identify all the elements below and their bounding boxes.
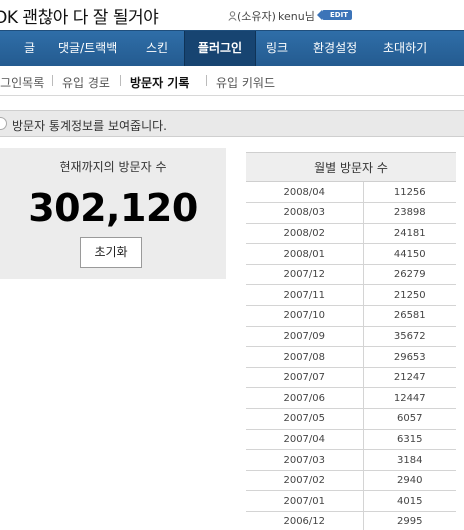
table-row: 2007/11 21250	[246, 284, 456, 307]
table-row: 2008/04 11256	[246, 182, 456, 204]
month-cell: 2007/07	[246, 367, 364, 389]
nav-item-posts[interactable]: 글	[24, 31, 35, 66]
info-bar: 방문자 통계정보를 보여줍니다.	[0, 110, 464, 137]
sub-nav: 플러그인목록 유입 경로 방문자 기록 유입 키워드	[0, 66, 464, 96]
owner-label: (소유자)	[237, 10, 276, 23]
subnav-divider	[120, 75, 121, 86]
subnav-divider	[206, 75, 207, 86]
subnav-divider	[52, 75, 53, 86]
subnav-plugin-list[interactable]: 플러그인목록	[0, 74, 44, 91]
count-cell: 4015	[363, 490, 456, 512]
nav-item-skin[interactable]: 스킨	[146, 31, 168, 66]
table-row: 2008/03 23898	[246, 202, 456, 224]
count-cell: 23898	[363, 202, 456, 224]
count-cell: 26279	[363, 264, 456, 286]
month-cell: 2007/12	[246, 264, 364, 286]
table-row: 2007/08 29653	[246, 346, 456, 368]
count-cell: 11256	[363, 182, 456, 204]
count-cell: 12447	[363, 387, 456, 410]
count-cell: 26581	[363, 305, 456, 327]
month-cell: 2007/01	[246, 490, 364, 512]
monthly-visitors-table: 월별 방문자 수 2008/04 11256 2008/03 23898 2008/02…	[246, 152, 456, 530]
reset-button[interactable]: 초기화	[80, 237, 142, 268]
table-row: 2007/05 6057	[246, 408, 456, 430]
owner-badge: (소유자)	[228, 8, 276, 24]
month-cell: 2007/10	[246, 305, 364, 327]
table-row: 2007/02 2940	[246, 470, 456, 492]
month-cell: 2006/12	[246, 511, 364, 530]
blog-header: OK 괜찮아 다 잘 될거야 (소유자) kenu님 EDIT	[0, 0, 464, 30]
nav-item-plugin[interactable]: 플러그인	[184, 31, 256, 66]
month-cell: 2007/05	[246, 408, 364, 430]
count-cell: 6057	[363, 408, 456, 430]
count-cell: 24181	[363, 223, 456, 245]
total-visitors-count: 302,120	[28, 186, 198, 230]
blog-title[interactable]: OK 괜찮아 다 잘 될거야	[0, 3, 159, 28]
main-nav: 홈 글 댓글/트랙백 스킨 플러그인 링크 환경설정 초대하기	[0, 30, 464, 66]
table-row: 2007/01 4015	[246, 490, 456, 512]
table-row: 2007/06 12447	[246, 387, 456, 410]
monthly-visitors-rows: 2008/04 11256 2008/03 23898 2008/02 24181 2008…	[246, 182, 456, 530]
count-cell: 6315	[363, 429, 456, 451]
user-icon	[228, 11, 237, 21]
monthly-visitors-header: 월별 방문자 수	[246, 152, 456, 182]
month-cell: 2007/06	[246, 387, 364, 410]
month-cell: 2008/02	[246, 223, 364, 245]
subnav-keywords[interactable]: 유입 키워드	[216, 74, 275, 91]
month-cell: 2007/09	[246, 326, 364, 348]
table-row: 2006/12 2995	[246, 511, 456, 530]
edit-button[interactable]: EDIT	[317, 10, 352, 20]
info-text: 방문자 통계정보를 보여줍니다.	[12, 119, 167, 133]
table-row: 2007/03 3184	[246, 449, 456, 471]
month-cell: 2007/11	[246, 284, 364, 307]
total-visitors-panel: 현재까지의 방문자 수 302,120 초기화	[0, 148, 226, 279]
count-cell: 44150	[363, 243, 456, 265]
subnav-referrer[interactable]: 유입 경로	[62, 74, 110, 91]
month-cell: 2007/03	[246, 449, 364, 471]
month-cell: 2007/08	[246, 346, 364, 368]
blog-title-text: OK 괜찮아 다 잘 될거야	[0, 8, 159, 28]
count-cell: 2940	[363, 470, 456, 492]
count-cell: 21250	[363, 284, 456, 307]
nav-item-settings[interactable]: 환경설정	[313, 31, 357, 66]
month-cell: 2008/03	[246, 202, 364, 224]
count-cell: 2995	[363, 511, 456, 530]
month-cell: 2008/01	[246, 243, 364, 265]
month-cell: 2008/04	[246, 182, 364, 204]
nav-item-invite[interactable]: 초대하기	[383, 31, 427, 66]
subnav-visitor-log[interactable]: 방문자 기록	[130, 74, 189, 91]
count-cell: 3184	[363, 449, 456, 471]
nav-item-link[interactable]: 링크	[266, 31, 288, 66]
table-row: 2007/12 26279	[246, 264, 456, 286]
count-cell: 21247	[363, 367, 456, 389]
month-cell: 2007/04	[246, 429, 364, 451]
count-cell: 35672	[363, 326, 456, 348]
nav-item-comments[interactable]: 댓글/트랙백	[58, 31, 117, 66]
table-row: 2007/09 35672	[246, 326, 456, 348]
user-name: kenu님	[278, 10, 315, 23]
table-row: 2007/07 21247	[246, 367, 456, 389]
table-row: 2007/10 26581	[246, 305, 456, 327]
table-row: 2008/02 24181	[246, 223, 456, 245]
table-row: 2007/04 6315	[246, 429, 456, 451]
total-visitors-label: 현재까지의 방문자 수	[59, 160, 167, 174]
info-icon	[0, 117, 7, 130]
month-cell: 2007/02	[246, 470, 364, 492]
count-cell: 29653	[363, 346, 456, 368]
table-row: 2008/01 44150	[246, 243, 456, 265]
